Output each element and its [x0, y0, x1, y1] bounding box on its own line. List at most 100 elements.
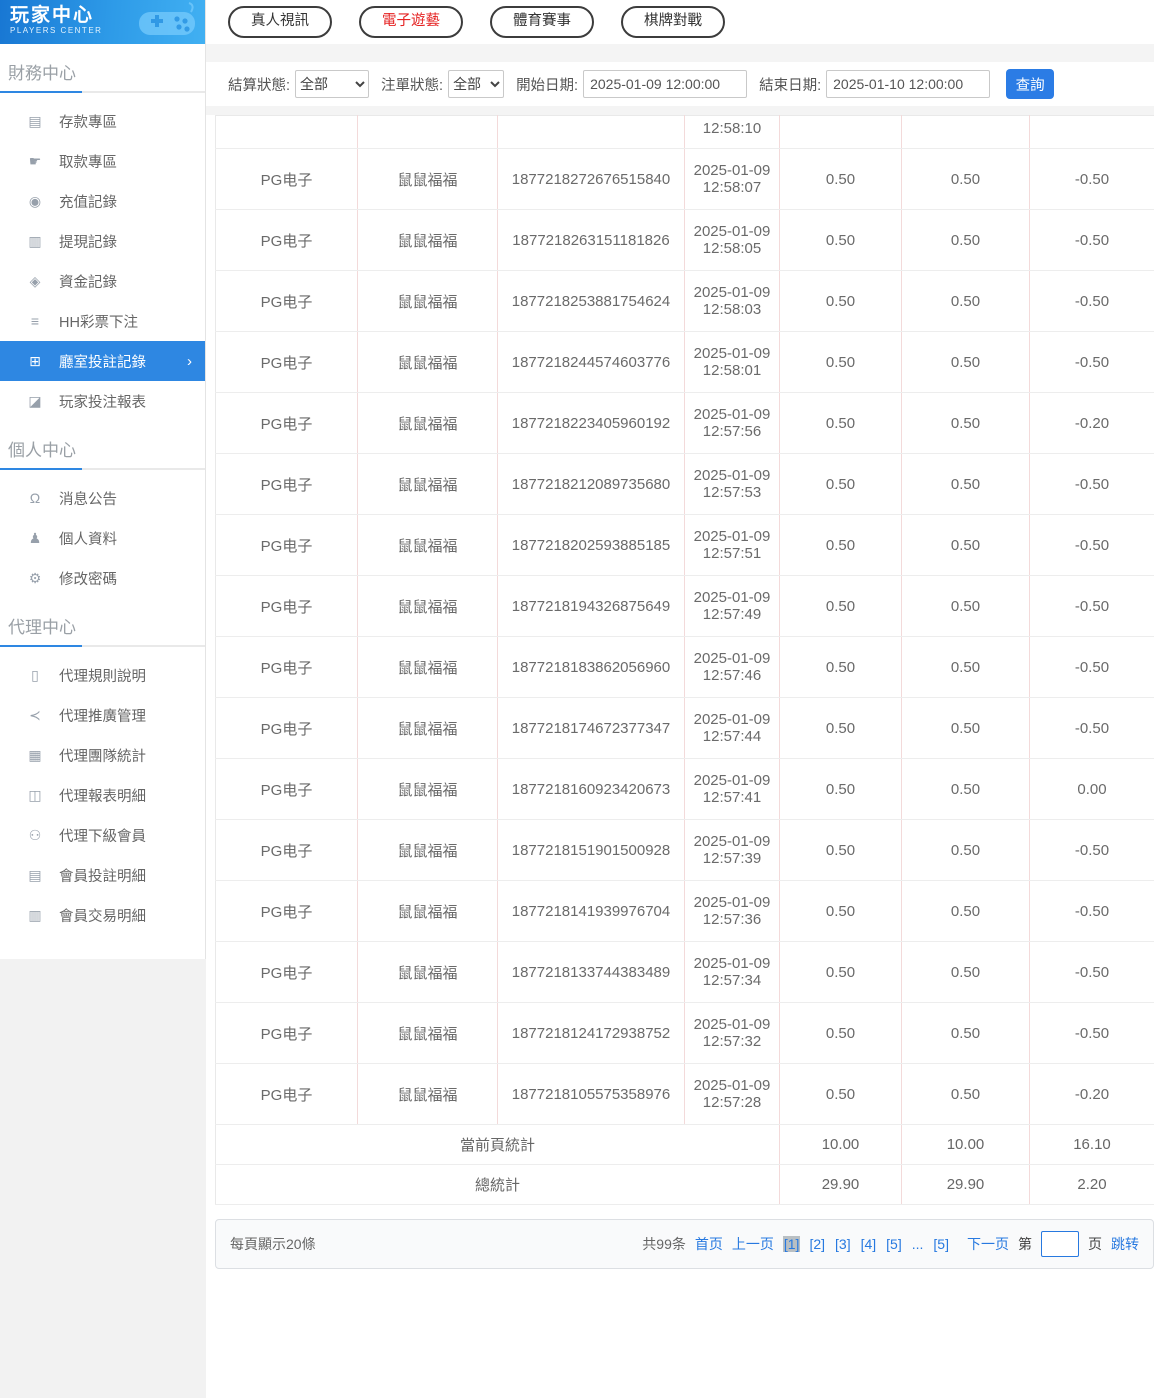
page-number-link[interactable]: [1] — [782, 1236, 801, 1252]
table-row: PG电子 鼠鼠福福 1877218263151181826 2025-01-09 12… — [215, 209, 1154, 271]
jump-suffix-label: 页 — [1088, 1236, 1102, 1252]
cell-valid: 0.50 — [901, 941, 1030, 1003]
sidebar-item-agent-rules-doc[interactable]: ▯ 代理規則說明 — [0, 655, 205, 695]
sidebar-item-lottery-bet[interactable]: ≡ HH彩票下注 — [0, 301, 205, 341]
cell-order: 1877218263151181826 — [497, 209, 685, 271]
cell-time-text: 12:57:28 — [702, 1094, 762, 1111]
cell-time-text: 12:58:03 — [702, 301, 762, 318]
game-category-tabbar: 真人視訊 電子遊藝 體育賽事 棋牌對戰 — [206, 0, 1154, 44]
cell-text: 鼠鼠福福 — [397, 476, 458, 494]
order-status-select[interactable]: 全部 — [448, 70, 505, 98]
cell-text: PG电子 — [260, 537, 313, 555]
cell-text: 0.50 — [825, 963, 856, 981]
cell-text: PG电子 — [260, 1086, 313, 1104]
first-page-link[interactable]: 首页 — [695, 1234, 723, 1254]
game-category-tab[interactable]: 真人視訊 — [228, 6, 332, 38]
sidebar-section-title: 個人中心 — [8, 441, 76, 460]
filter-bar: 結算狀態: 全部 注單狀態: 全部 開始日期: 結束日期: 查詢 — [215, 62, 1154, 106]
cell-winloss: -0.50 — [1029, 819, 1154, 881]
cell-text: 1877218272676515840 — [511, 170, 671, 188]
summary-row: 總統計 29.90 29.90 2.20 — [215, 1164, 1154, 1205]
cell-valid: 0.50 — [901, 392, 1030, 454]
cell-date-text: 2025-01-09 — [693, 528, 771, 545]
sidebar-item-deposit-card[interactable]: ▤ 存款專區 — [0, 101, 205, 141]
sidebar-item-withdrawal-record[interactable]: ▥ 提現記錄 — [0, 221, 205, 261]
funds-record-icon: ◈ — [29, 272, 41, 289]
sidebar-item-message-bell[interactable]: Ω 消息公告 — [0, 478, 205, 518]
cell-text: 0.50 — [950, 231, 981, 249]
cell-text: 1877218183862056960 — [511, 658, 671, 676]
cell-date-text: 2025-01-09 — [693, 1016, 771, 1033]
cell-text: 1877218263151181826 — [512, 231, 670, 249]
jump-button[interactable]: 跳转 — [1111, 1234, 1139, 1254]
cell-time-text: 12:57:51 — [702, 545, 762, 562]
jump-page-input[interactable] — [1041, 1231, 1079, 1257]
sidebar-item-withdraw-hand[interactable]: ☛ 取款專區 — [0, 141, 205, 181]
cell-text: -0.50 — [1074, 719, 1110, 737]
game-category-tab[interactable]: 體育賽事 — [490, 6, 594, 38]
cell-valid — [901, 115, 1030, 149]
summary-row: 當前頁統計 10.00 10.00 16.10 — [215, 1124, 1154, 1165]
sidebar-item-agent-promotion-share[interactable]: ≺ 代理推廣管理 — [0, 695, 205, 735]
sidebar-item-room-bet-record[interactable]: ⊞ 廳室投註記錄 › — [0, 341, 205, 381]
page-number-link[interactable]: [4] — [860, 1236, 878, 1252]
cell-text: 鼠鼠福福 — [397, 903, 458, 921]
sidebar-item-player-report[interactable]: ◪ 玩家投注報表 — [0, 381, 205, 421]
cell-time-text: 12:57:41 — [702, 789, 762, 806]
next-page-link[interactable]: 下一页 — [967, 1234, 1009, 1254]
end-date-input[interactable] — [826, 70, 991, 98]
cell-valid: 0.50 — [901, 514, 1030, 576]
page-number-link[interactable]: [3] — [834, 1236, 852, 1252]
cell-valid: 0.50 — [901, 270, 1030, 332]
sidebar-item-funds-record[interactable]: ◈ 資金記錄 — [0, 261, 205, 301]
cell-valid: 0.50 — [901, 453, 1030, 515]
prev-page-link[interactable]: 上一页 — [732, 1234, 774, 1254]
search-button[interactable]: 查詢 — [1006, 69, 1055, 99]
page-number-link[interactable]: [5] — [885, 1236, 903, 1252]
page-number-link[interactable]: [5] — [932, 1236, 950, 1252]
sidebar-item-member-bet-detail[interactable]: ▤ 會員投註明細 — [0, 855, 205, 895]
cell-text: -0.50 — [1074, 902, 1110, 920]
cell-date-text: 2025-01-09 — [693, 650, 771, 667]
cell-provider — [215, 115, 358, 149]
cell-text: 0.50 — [950, 780, 981, 798]
sidebar-item-label: 代理推廣管理 — [59, 708, 146, 725]
cell-datetime: 2025-01-09 12:58:07 — [684, 148, 780, 210]
sidebar-item-label: 資金記錄 — [59, 274, 117, 291]
sidebar-item-recharge-record[interactable]: ◉ 充值記錄 — [0, 181, 205, 221]
cell-text: -0.50 — [1074, 963, 1110, 981]
cell-text: 鼠鼠福福 — [397, 964, 458, 982]
cell-order: 1877218160923420673 — [497, 758, 685, 820]
page-ellipsis[interactable]: ... — [911, 1236, 925, 1252]
cell-time-text: 12:57:36 — [702, 911, 762, 928]
cell-text: 鼠鼠福福 — [397, 659, 458, 677]
sidebar-item-profile-person[interactable]: ♟ 個人資料 — [0, 518, 205, 558]
settle-status-select[interactable]: 全部 — [295, 70, 370, 98]
cell-text: 鼠鼠福福 — [397, 415, 458, 433]
cell-text: 鼠鼠福福 — [397, 842, 458, 860]
cell-text: PG电子 — [260, 659, 313, 677]
cell-winloss: -0.50 — [1029, 148, 1154, 210]
cell-datetime: 2025-01-09 12:58:05 — [684, 209, 780, 271]
member-transaction-detail-icon: ▥ — [28, 906, 42, 923]
game-category-tab[interactable]: 棋牌對戰 — [621, 6, 725, 38]
cell-provider: PG电子 — [215, 575, 358, 637]
game-category-tab[interactable]: 電子遊藝 — [359, 6, 463, 38]
summary-label-cell: 總統計 — [215, 1164, 780, 1205]
cell-text: 0.50 — [825, 902, 856, 920]
cell-provider: PG电子 — [215, 758, 358, 820]
cell-provider: PG电子 — [215, 1063, 358, 1125]
page-number-link[interactable]: [2] — [808, 1236, 826, 1252]
sidebar-item-agent-team-stats[interactable]: ▦ 代理團隊統計 — [0, 735, 205, 775]
sidebar-item-agent-report-detail[interactable]: ◫ 代理報表明細 — [0, 775, 205, 815]
sidebar-item-agent-sub-members[interactable]: ⚇ 代理下級會員 — [0, 815, 205, 855]
sidebar-item-label: 會員交易明細 — [59, 908, 146, 925]
sidebar-item-change-password-gear[interactable]: ⚙ 修改密碼 — [0, 558, 205, 598]
cell-provider: PG电子 — [215, 819, 358, 881]
start-date-input[interactable] — [583, 70, 748, 98]
cell-text: 29.90 — [821, 1176, 860, 1193]
sidebar-item-member-transaction-detail[interactable]: ▥ 會員交易明細 — [0, 895, 205, 935]
sidebar-section-title: 財務中心 — [8, 64, 76, 83]
cell-time-text: 12:57:46 — [702, 667, 762, 684]
cell-text: -0.50 — [1074, 597, 1110, 615]
